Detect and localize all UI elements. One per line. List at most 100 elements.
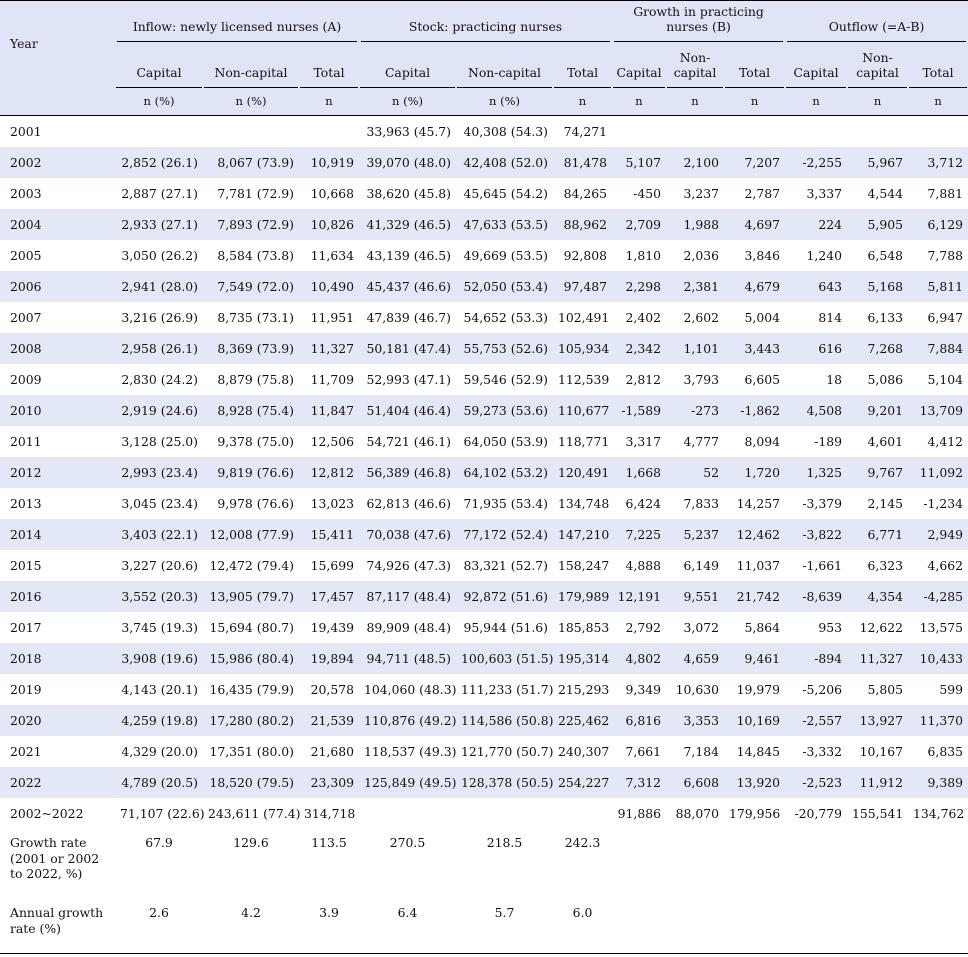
table-cell: 8,928 (75.4) — [203, 395, 299, 426]
table-row: 2005 3,050 (26.2) 8,584 (73.8) 11,634 43,139… — [0, 240, 968, 271]
table-row: 2003 2,887 (27.1) 7,781 (72.9) 10,668 38,620… — [0, 178, 968, 209]
annual-growth-rate-cell: 6.0 — [553, 899, 613, 954]
table-cell: 9,349 — [625, 682, 662, 697]
table-cell: 40,308 (54.3) — [463, 124, 548, 139]
table-cell: 13,023 — [310, 496, 354, 511]
table-cell: 6,605 — [744, 372, 781, 387]
table-cell: 6,771 — [847, 519, 909, 550]
table-cell: 88,962 — [553, 209, 613, 240]
year-cell: 2008 — [0, 333, 115, 364]
unit-label: n (%) — [359, 88, 456, 116]
table-cell: 2,792 — [625, 620, 662, 635]
table-cell: 12,462 — [724, 519, 786, 550]
table-row: 2008 2,958 (26.1) 8,369 (73.9) 11,327 50,181… — [0, 333, 968, 364]
table-cell: 4,354 — [847, 581, 909, 612]
table-cell: 11,912 — [847, 767, 909, 798]
table-cell: 8,369 (73.9) — [203, 333, 299, 364]
table-cell: 599 — [939, 682, 964, 697]
table-cell: 2,852 (26.1) — [115, 147, 203, 178]
table-cell: 11,847 — [299, 395, 359, 426]
outflow-noncapital-header: Non-capital — [847, 42, 909, 88]
stock-noncapital-header: Non-capital — [456, 42, 553, 88]
table-cell: 17,280 (80.2) — [203, 705, 299, 736]
table-cell: 18 — [826, 372, 843, 387]
annual-growth-rate-cell — [908, 899, 968, 954]
table-cell: 3,227 (20.6) — [121, 558, 198, 573]
year-cell: 2001 — [10, 124, 42, 139]
table-cell: -3,332 — [802, 744, 843, 759]
outflow-group-header: Outflow (=A-B) — [785, 0, 968, 42]
table-cell: 3,908 (19.6) — [115, 643, 203, 674]
table-cell: 2,993 (23.4) — [115, 457, 203, 488]
growth-rate-cell — [785, 829, 847, 899]
year-cell: 2017 — [10, 620, 42, 635]
table-cell: 1,988 — [666, 209, 725, 240]
year-cell: 2010 — [0, 395, 115, 426]
table-cell: 5,237 — [666, 519, 725, 550]
table-cell: -8,639 — [785, 581, 848, 612]
inflow-capital-header: Capital — [115, 42, 203, 88]
table-row: 2015 3,227 (20.6) 12,472 (79.4) 15,699 74,92… — [0, 550, 968, 581]
table-cell: 10,169 — [724, 705, 786, 736]
table-cell: 4,259 (19.8) — [115, 705, 203, 736]
table-cell: 240,307 — [558, 744, 610, 759]
table-row: 2009 2,830 (24.2) 8,879 (75.8) 11,709 52,993… — [0, 364, 968, 395]
table-cell: 5,967 — [847, 147, 909, 178]
nurse-workforce-table: Year Inflow: newly licensed nurses (A) S… — [0, 0, 968, 954]
table-cell: 89,909 (48.4) — [366, 620, 451, 635]
table-cell: 5,104 — [927, 372, 964, 387]
table-cell: 15,694 (80.7) — [209, 620, 294, 635]
table-cell: 56,389 (46.8) — [359, 457, 456, 488]
table-cell: 94,711 (48.5) — [359, 643, 456, 674]
table-cell: 2,602 — [683, 310, 720, 325]
unit-label: n (%) — [115, 88, 203, 116]
table-cell: 643 — [785, 271, 848, 302]
table-cell — [553, 798, 612, 829]
unit-label: n (%) — [456, 88, 553, 116]
table-cell: 64,102 (53.2) — [456, 457, 553, 488]
table-cell: -2,523 — [785, 767, 848, 798]
table-cell — [203, 116, 299, 148]
table-cell: 4,679 — [724, 271, 786, 302]
unit-label: n (%) — [203, 88, 299, 116]
annual-growth-rate-cell: 4.2 — [203, 899, 299, 954]
table-cell: 7,881 — [927, 186, 964, 201]
table-cell: 3,337 — [806, 186, 843, 201]
table-cell: -2,557 — [785, 705, 848, 736]
table-cell: 155,541 — [852, 806, 904, 821]
table-cell: 88,070 — [675, 806, 720, 821]
table-cell: 11,951 — [310, 310, 354, 325]
table-cell: 6,424 — [625, 496, 662, 511]
table-cell: 81,478 — [553, 147, 613, 178]
year-cell: 2002 — [0, 147, 115, 178]
table-cell: 2,887 (27.1) — [121, 186, 198, 201]
table-cell: 9,767 — [847, 457, 909, 488]
unit-label: n — [724, 88, 786, 116]
table-cell: 10,630 — [675, 682, 720, 697]
table-cell: 6,947 — [927, 310, 964, 325]
table-cell: -189 — [814, 434, 843, 449]
table-cell: -1,661 — [802, 558, 843, 573]
table-cell: 1,325 — [785, 457, 848, 488]
table-cell: 5,107 — [612, 147, 667, 178]
table-cell: 4,697 — [724, 209, 786, 240]
table-cell: 7,788 — [927, 248, 964, 263]
table-header: Year Inflow: newly licensed nurses (A) S… — [0, 0, 968, 116]
year-column-header: Year — [0, 0, 115, 88]
growth-capital-header: Capital — [612, 42, 667, 88]
table-cell: 10,826 — [299, 209, 359, 240]
unit-label: n — [553, 88, 613, 116]
table-cell: 121,770 (50.7) — [461, 744, 554, 759]
table-cell: 185,853 — [558, 620, 610, 635]
table-row: 2013 3,045 (23.4) 9,978 (76.6) 13,023 62,813… — [0, 488, 968, 519]
table-cell: 19,894 — [299, 643, 359, 674]
table-cell: 9,378 (75.0) — [217, 434, 294, 449]
table-cell: 2,342 — [612, 333, 667, 364]
unit-label: n — [785, 88, 848, 116]
table-cell: 11,370 — [908, 705, 968, 736]
annual-growth-rate-cell — [612, 899, 667, 954]
table-cell: 2,830 (24.2) — [121, 372, 198, 387]
table-cell: 10,490 — [299, 271, 359, 302]
table-row: 2006 2,941 (28.0) 7,549 (72.0) 10,490 45,437… — [0, 271, 968, 302]
annual-growth-rate-cell: 2.6 — [115, 899, 203, 954]
